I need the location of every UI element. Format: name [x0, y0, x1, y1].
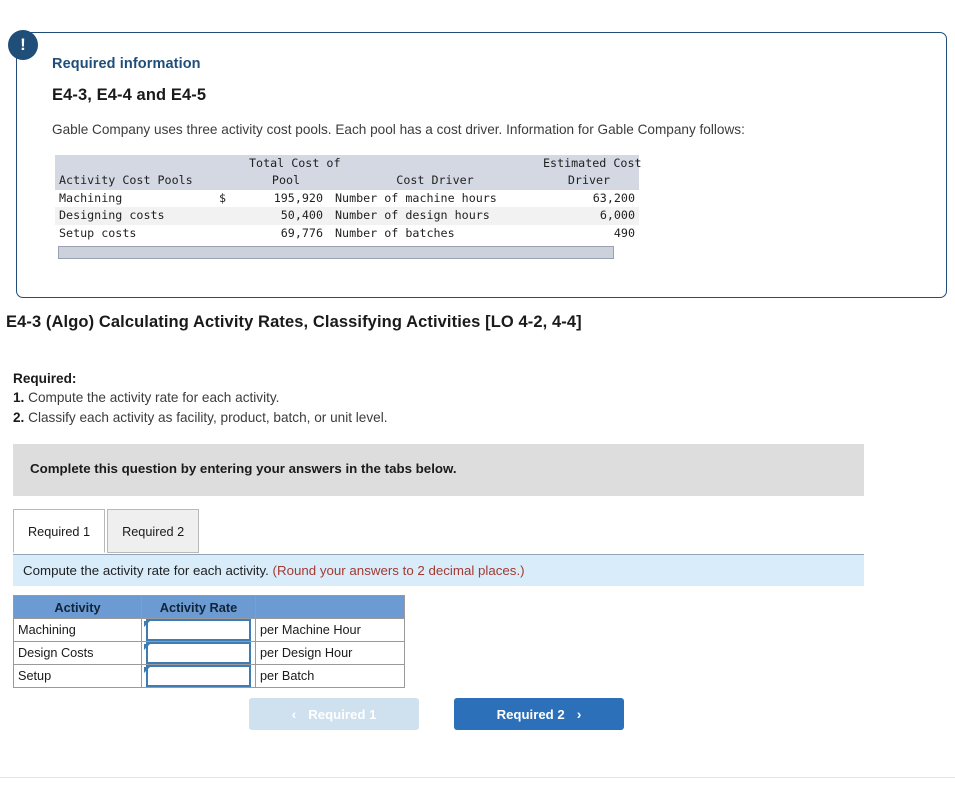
- answer-table-container: Activity Activity Rate Machining per Mac…: [13, 595, 405, 688]
- table-row: Design Costs per Design Hour: [13, 641, 405, 665]
- cell-activity-rate[interactable]: [141, 641, 256, 665]
- cell-currency: $: [219, 190, 227, 205]
- answer-header-activity: Activity: [13, 595, 142, 619]
- cell-driver: Number of machine hours: [335, 190, 497, 205]
- cell-currency: [215, 225, 245, 243]
- problem-code-heading: E4-3, E4-4 and E4-5: [52, 86, 207, 104]
- horizontal-scrollbar[interactable]: [58, 246, 614, 260]
- tab-required-2-label: Required 2: [122, 525, 185, 539]
- cell-amount: 195,920: [273, 190, 323, 205]
- header-pool: Pool: [245, 172, 327, 190]
- cell-unit-label: per Design Hour: [255, 641, 405, 665]
- rounding-note: (Round your answers to 2 decimal places.…: [272, 563, 525, 578]
- table-row: Machining per Machine Hour: [13, 618, 405, 642]
- cost-pool-table: Total Cost of Estimated Cost Activity Co…: [55, 154, 642, 243]
- activity-rate-input-machining[interactable]: [146, 619, 251, 641]
- required-item-2: 2. Classify each activity as facility, p…: [13, 408, 388, 427]
- exclamation-icon: !: [8, 30, 38, 60]
- activity-rate-input-design-costs[interactable]: [146, 642, 251, 664]
- card-content: Required information E4-3, E4-4 and E4-5…: [52, 56, 923, 260]
- cell-driver: Number of batches: [335, 225, 455, 240]
- table-row: Setup costs 69,776 Number of batches 490: [55, 225, 639, 243]
- required-label: Required:: [13, 371, 77, 386]
- cell-unit-label: per Machine Hour: [255, 618, 405, 642]
- instruction-banner-text: Complete this question by entering your …: [30, 461, 457, 476]
- problem-description: Gable Company uses three activity cost p…: [52, 122, 745, 137]
- prev-required-1-button[interactable]: ‹ Required 1: [249, 698, 419, 730]
- cell-currency: [215, 207, 245, 225]
- required-item-2-number: 2.: [13, 409, 25, 425]
- answer-table-header-row: Activity Activity Rate: [13, 595, 405, 619]
- sub-instruction-text: Compute the activity rate for each activ…: [23, 563, 273, 578]
- cost-pool-table-container: Total Cost of Estimated Cost Activity Co…: [55, 154, 642, 260]
- chevron-right-icon: ›: [576, 706, 582, 722]
- cell-unit-label: per Batch: [255, 664, 405, 688]
- next-required-2-button[interactable]: Required 2 ›: [454, 698, 624, 730]
- cell-estimated: 63,200: [592, 190, 635, 205]
- answer-header-unit: [255, 595, 405, 619]
- required-item-1: 1. Compute the activity rate for each ac…: [13, 388, 388, 407]
- cell-pool: Designing costs: [55, 207, 215, 225]
- header-activity-cost-pools: Activity Cost Pools: [55, 172, 215, 190]
- page-title: E4-3 (Algo) Calculating Activity Rates, …: [6, 313, 582, 331]
- bottom-divider: [0, 777, 955, 778]
- sub-instruction-banner: Compute the activity rate for each activ…: [13, 554, 864, 586]
- tab-required-2[interactable]: Required 2: [107, 509, 200, 553]
- required-item-1-text: Compute the activity rate for each activ…: [24, 390, 280, 406]
- required-item-2-text: Classify each activity as facility, prod…: [24, 409, 388, 425]
- tab-required-1[interactable]: Required 1: [13, 509, 106, 553]
- cell-pool: Machining: [59, 190, 123, 205]
- answer-header-activity-rate: Activity Rate: [141, 595, 256, 619]
- table-header-row-2: Activity Cost Pools Pool Cost Driver Dri…: [55, 172, 639, 190]
- required-information-card: ! Required information E4-3, E4-4 and E4…: [8, 30, 947, 298]
- cell-driver: Number of design hours: [327, 207, 539, 225]
- cell-estimated: 6,000: [539, 207, 639, 225]
- tab-required-1-label: Required 1: [28, 525, 91, 539]
- chevron-left-icon: ‹: [291, 706, 297, 722]
- cell-activity-name: Design Costs: [13, 641, 142, 665]
- required-information-label: Required information: [52, 56, 201, 72]
- header-estimated-cost: Estimated Cost: [539, 154, 642, 173]
- cell-amount: 50,400: [245, 207, 327, 225]
- cell-activity-rate[interactable]: [141, 664, 256, 688]
- header-cost-driver: Cost Driver: [327, 172, 539, 190]
- table-row: Designing costs 50,400 Number of design …: [55, 207, 639, 225]
- tab-bar: Required 1 Required 2: [13, 506, 200, 553]
- instruction-banner: Complete this question by entering your …: [13, 444, 864, 496]
- cell-pool: Setup costs: [59, 225, 137, 240]
- required-item-1-number: 1.: [13, 390, 25, 406]
- sub-instruction-text-wrap: Compute the activity rate for each activ…: [23, 563, 525, 578]
- prev-button-label: Required 1: [308, 706, 377, 722]
- required-list: Required: 1. Compute the activity rate f…: [13, 369, 388, 427]
- cell-activity-name: Machining: [13, 618, 142, 642]
- answer-table: Activity Activity Rate Machining per Mac…: [13, 595, 405, 688]
- table-row: Machining $ 195,920 Number of machine ho…: [55, 190, 639, 208]
- next-button-label: Required 2: [496, 706, 565, 722]
- cell-estimated: 490: [613, 225, 635, 240]
- cell-amount: 69,776: [280, 225, 323, 240]
- activity-rate-input-setup[interactable]: [146, 665, 251, 687]
- cell-activity-name: Setup: [13, 664, 142, 688]
- navigation-buttons: ‹ Required 1 Required 2 ›: [249, 698, 624, 730]
- cell-activity-rate[interactable]: [141, 618, 256, 642]
- table-row: Setup per Batch: [13, 664, 405, 688]
- header-total-cost-of: Total Cost of: [245, 154, 340, 173]
- header-driver: Driver: [539, 172, 639, 190]
- table-header-row-1: Total Cost of Estimated Cost: [55, 154, 642, 173]
